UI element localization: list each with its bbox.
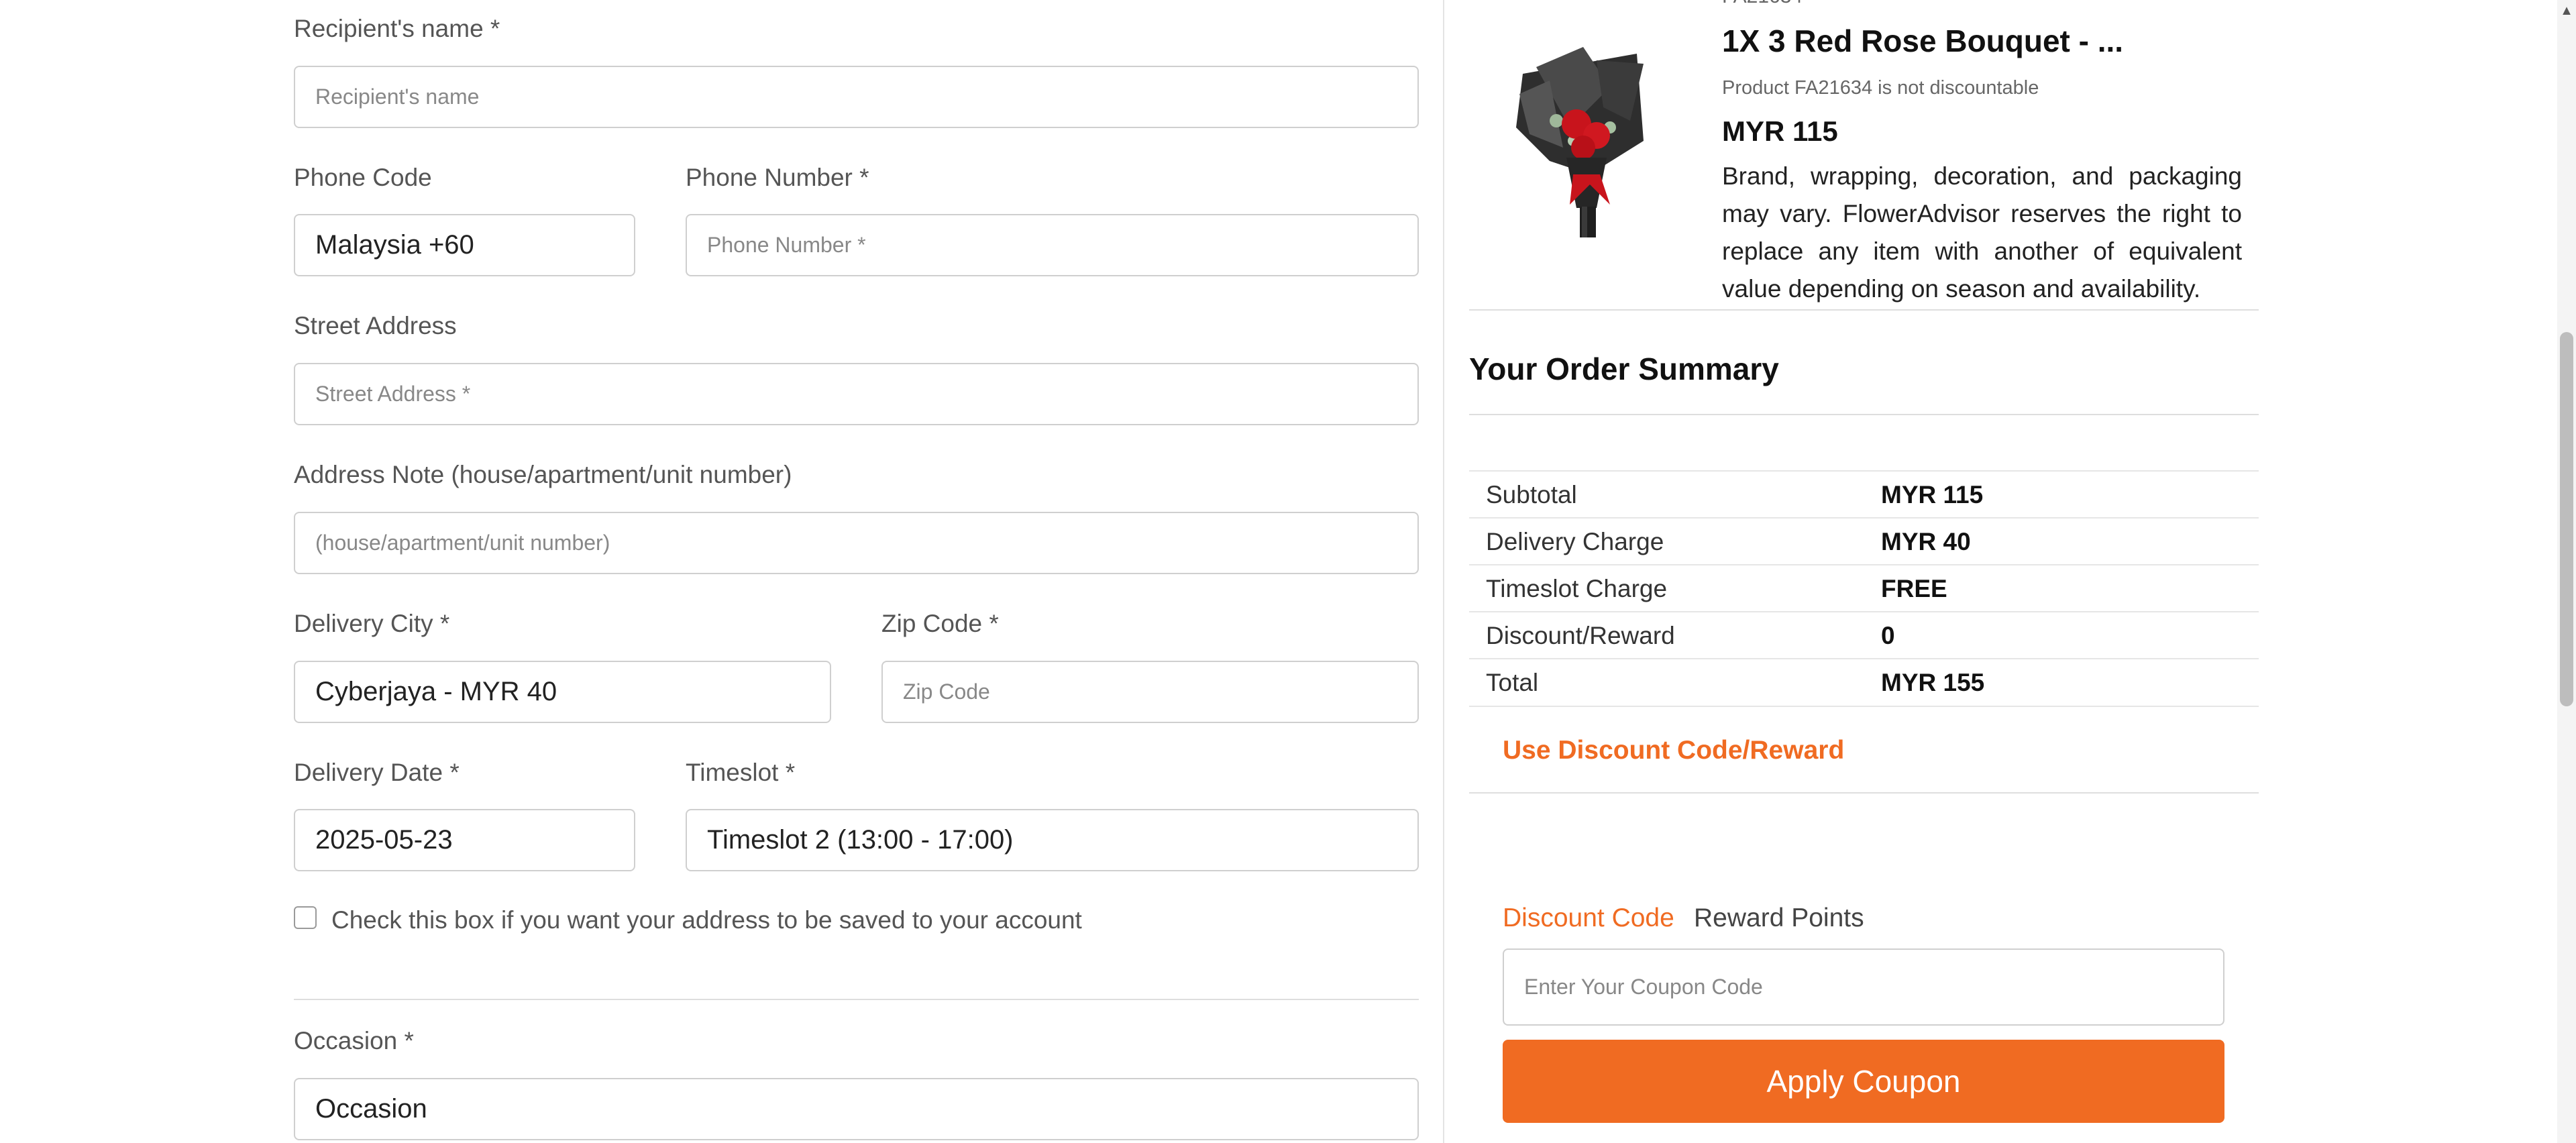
product-description: Brand, wrapping, decoration, and packagi…: [1722, 162, 2242, 303]
address-note-label: Address Note (house/apartment/unit numbe…: [294, 461, 792, 488]
product-code-partial: FA21634: [1722, 0, 1803, 8]
delivery-date-label: Delivery Date *: [294, 759, 460, 786]
tab-reward-points[interactable]: Reward Points: [1694, 904, 1864, 933]
order-summary-title: Your Order Summary: [1469, 351, 1779, 386]
summary-row-discount: Discount/Reward 0: [1469, 611, 2259, 659]
summary-title-divider: [1469, 414, 2259, 415]
summary-row-value: MYR 40: [1881, 528, 1971, 555]
summary-row-total: Total MYR 155: [1469, 658, 2259, 707]
timeslot-label: Timeslot *: [686, 759, 796, 786]
summary-row-label: Subtotal: [1486, 481, 1577, 508]
summary-row-label: Total: [1486, 669, 1539, 696]
street-address-input[interactable]: [294, 363, 1419, 425]
summary-row-subtotal: Subtotal MYR 115: [1469, 470, 2259, 518]
delivery-city-label: Delivery City *: [294, 610, 450, 637]
product-title[interactable]: 1X 3 Red Rose Bouquet - ...: [1722, 23, 2123, 59]
zip-code-input[interactable]: [881, 661, 1419, 723]
coupon-code-input[interactable]: [1503, 948, 2224, 1026]
recipient-name-input[interactable]: [294, 66, 1419, 128]
product-discount-note: Product FA21634 is not discountable: [1722, 77, 2039, 99]
timeslot-value: Timeslot 2 (13:00 - 17:00): [707, 825, 1014, 855]
apply-coupon-button[interactable]: Apply Coupon: [1503, 1040, 2224, 1123]
summary-row-label: Delivery Charge: [1486, 528, 1664, 555]
summary-row-delivery: Delivery Charge MYR 40: [1469, 517, 2259, 565]
summary-row-value: FREE: [1881, 575, 1947, 602]
save-address-checkbox[interactable]: [294, 906, 317, 929]
form-divider: [294, 999, 1419, 1000]
summary-row-label: Timeslot Charge: [1486, 575, 1668, 602]
timeslot-select[interactable]: Timeslot 2 (13:00 - 17:00): [686, 809, 1419, 871]
street-address-label: Street Address: [294, 312, 457, 339]
phone-code-select[interactable]: Malaysia +60: [294, 214, 635, 276]
delivery-city-select[interactable]: Cyberjaya - MYR 40: [294, 661, 831, 723]
summary-row-label: Discount/Reward: [1486, 622, 1675, 649]
summary-row-value: 0: [1881, 622, 1895, 649]
delivery-date-input[interactable]: 2025-05-23: [294, 809, 635, 871]
product-price: MYR 115: [1722, 115, 1838, 147]
delivery-city-value: Cyberjaya - MYR 40: [315, 677, 557, 706]
summary-bottom-divider: [1469, 792, 2259, 794]
save-address-label[interactable]: Check this box if you want your address …: [331, 906, 1082, 934]
occasion-label: Occasion *: [294, 1027, 414, 1054]
zip-code-label: Zip Code *: [881, 610, 999, 637]
phone-number-label: Phone Number *: [686, 164, 869, 191]
address-note-input[interactable]: [294, 512, 1419, 574]
column-divider: [1443, 0, 1444, 1143]
summary-row-timeslot: Timeslot Charge FREE: [1469, 564, 2259, 612]
recipient-name-label: Recipient's name *: [294, 15, 500, 42]
occasion-value: Occasion: [315, 1094, 427, 1124]
rose-bouquet-image: [1516, 47, 1644, 237]
delivery-date-value: 2025-05-23: [315, 825, 453, 855]
summary-row-value: MYR 155: [1881, 669, 1985, 696]
tab-discount-code[interactable]: Discount Code: [1503, 904, 1674, 933]
use-discount-link[interactable]: Use Discount Code/Reward: [1503, 736, 1844, 765]
triangle-up-icon[interactable]: ▲: [2559, 3, 2575, 19]
product-divider: [1469, 309, 2259, 311]
occasion-select[interactable]: Occasion: [294, 1078, 1419, 1140]
phone-number-input[interactable]: [686, 214, 1419, 276]
scrollbar-thumb[interactable]: [2560, 332, 2573, 706]
phone-code-value: Malaysia +60: [315, 230, 474, 260]
summary-row-value: MYR 115: [1881, 481, 1984, 508]
phone-code-label: Phone Code: [294, 164, 432, 191]
